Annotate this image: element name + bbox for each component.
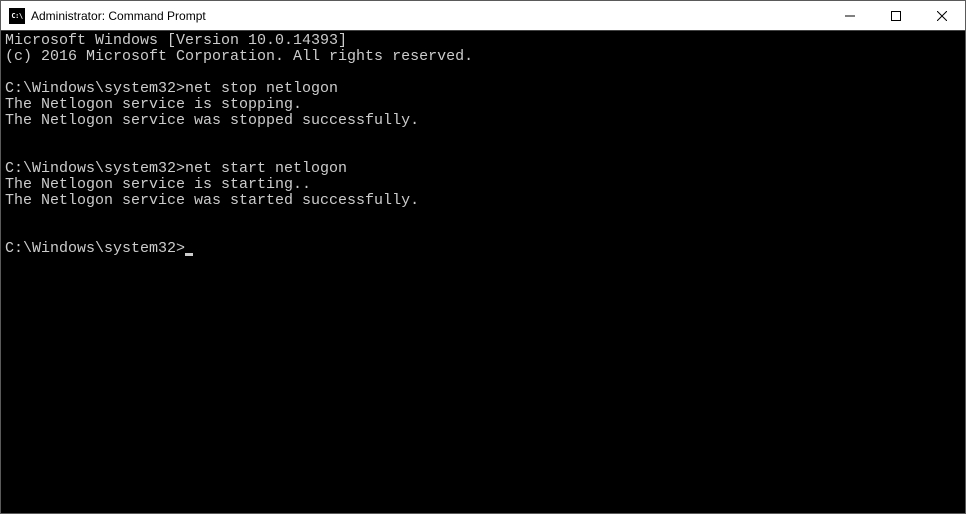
- terminal-line: The Netlogon service is stopping.: [5, 97, 961, 113]
- minimize-icon: [845, 11, 855, 21]
- close-button[interactable]: [919, 1, 965, 30]
- terminal-line: The Netlogon service is starting..: [5, 177, 961, 193]
- terminal-line: C:\Windows\system32>net stop netlogon: [5, 81, 961, 97]
- cmd-icon: C:\: [9, 8, 25, 24]
- terminal-line: [5, 209, 961, 225]
- terminal-line: (c) 2016 Microsoft Corporation. All righ…: [5, 49, 961, 65]
- terminal-line: The Netlogon service was stopped success…: [5, 113, 961, 129]
- maximize-icon: [891, 11, 901, 21]
- titlebar: C:\ Administrator: Command Prompt: [1, 1, 965, 31]
- terminal-area[interactable]: Microsoft Windows [Version 10.0.14393](c…: [1, 31, 965, 513]
- terminal-line: Microsoft Windows [Version 10.0.14393]: [5, 33, 961, 49]
- cmd-icon-glyph: C:\: [11, 12, 22, 20]
- minimize-button[interactable]: [827, 1, 873, 30]
- window-controls: [827, 1, 965, 30]
- terminal-line: [5, 65, 961, 81]
- close-icon: [937, 11, 947, 21]
- terminal-line: C:\Windows\system32>net start netlogon: [5, 161, 961, 177]
- terminal-line: C:\Windows\system32>: [5, 241, 961, 257]
- cursor: [185, 253, 193, 256]
- terminal-line: [5, 225, 961, 241]
- window-title: Administrator: Command Prompt: [31, 9, 827, 23]
- maximize-button[interactable]: [873, 1, 919, 30]
- terminal-line: [5, 129, 961, 145]
- terminal-line: [5, 145, 961, 161]
- terminal-line: The Netlogon service was started success…: [5, 193, 961, 209]
